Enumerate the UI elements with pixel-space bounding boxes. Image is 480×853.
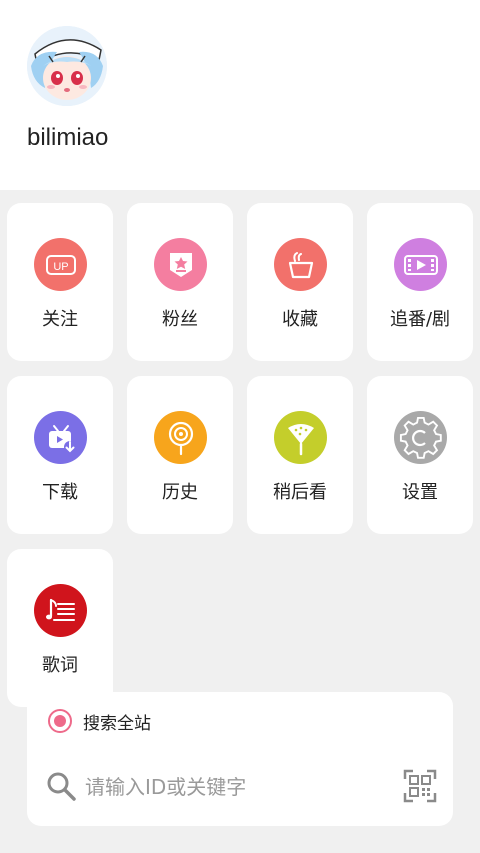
menu-tile-fans[interactable]: 粉丝 <box>127 203 233 361</box>
lyrics-icon <box>34 584 87 637</box>
menu-label: 关注 <box>42 309 78 330</box>
fan-badge-icon <box>154 238 207 291</box>
menu-label: 追番/剧 <box>389 309 451 330</box>
menu-tile-lyrics[interactable]: 歌词 <box>7 549 113 707</box>
menu-label: 稍后看 <box>273 482 327 503</box>
menu-tile-settings[interactable]: 设置 <box>367 376 473 534</box>
search-input[interactable] <box>85 768 385 806</box>
history-lollipop-icon <box>154 411 207 464</box>
menu-tile-watch-later[interactable]: 稍后看 <box>247 376 353 534</box>
menu-tile-history[interactable]: 历史 <box>127 376 233 534</box>
menu-label: 歌词 <box>42 655 78 676</box>
menu-tile-favorites[interactable]: 收藏 <box>247 203 353 361</box>
watch-later-icecream-icon <box>274 411 327 464</box>
menu-label: 收藏 <box>282 309 318 330</box>
svg-text:UP: UP <box>53 261 68 273</box>
profile-header: bilimiao <box>0 0 480 190</box>
bangumi-film-icon <box>394 238 447 291</box>
search-panel: 搜索全站 <box>27 692 453 826</box>
menu-tile-follow[interactable]: UP 关注 <box>7 203 113 361</box>
menu-label: 设置 <box>402 482 438 503</box>
search-scope-label[interactable]: 搜索全站 <box>83 709 151 734</box>
menu-label: 粉丝 <box>162 309 198 330</box>
up-icon: UP <box>34 238 87 291</box>
avatar[interactable] <box>27 26 107 106</box>
username[interactable]: bilimiao <box>27 124 108 152</box>
menu-tile-download[interactable]: 下载 <box>7 376 113 534</box>
search-icon <box>47 772 76 801</box>
menu-label: 历史 <box>162 482 198 503</box>
gear-icon <box>394 411 447 464</box>
menu-label: 下载 <box>42 482 78 503</box>
favorites-cup-icon <box>274 238 327 291</box>
menu-tile-bangumi[interactable]: 追番/剧 <box>367 203 473 361</box>
download-tv-icon <box>34 411 87 464</box>
search-scope-radio[interactable] <box>48 709 72 733</box>
avatar-illustration <box>27 26 107 106</box>
qr-scan-icon[interactable] <box>403 769 437 803</box>
